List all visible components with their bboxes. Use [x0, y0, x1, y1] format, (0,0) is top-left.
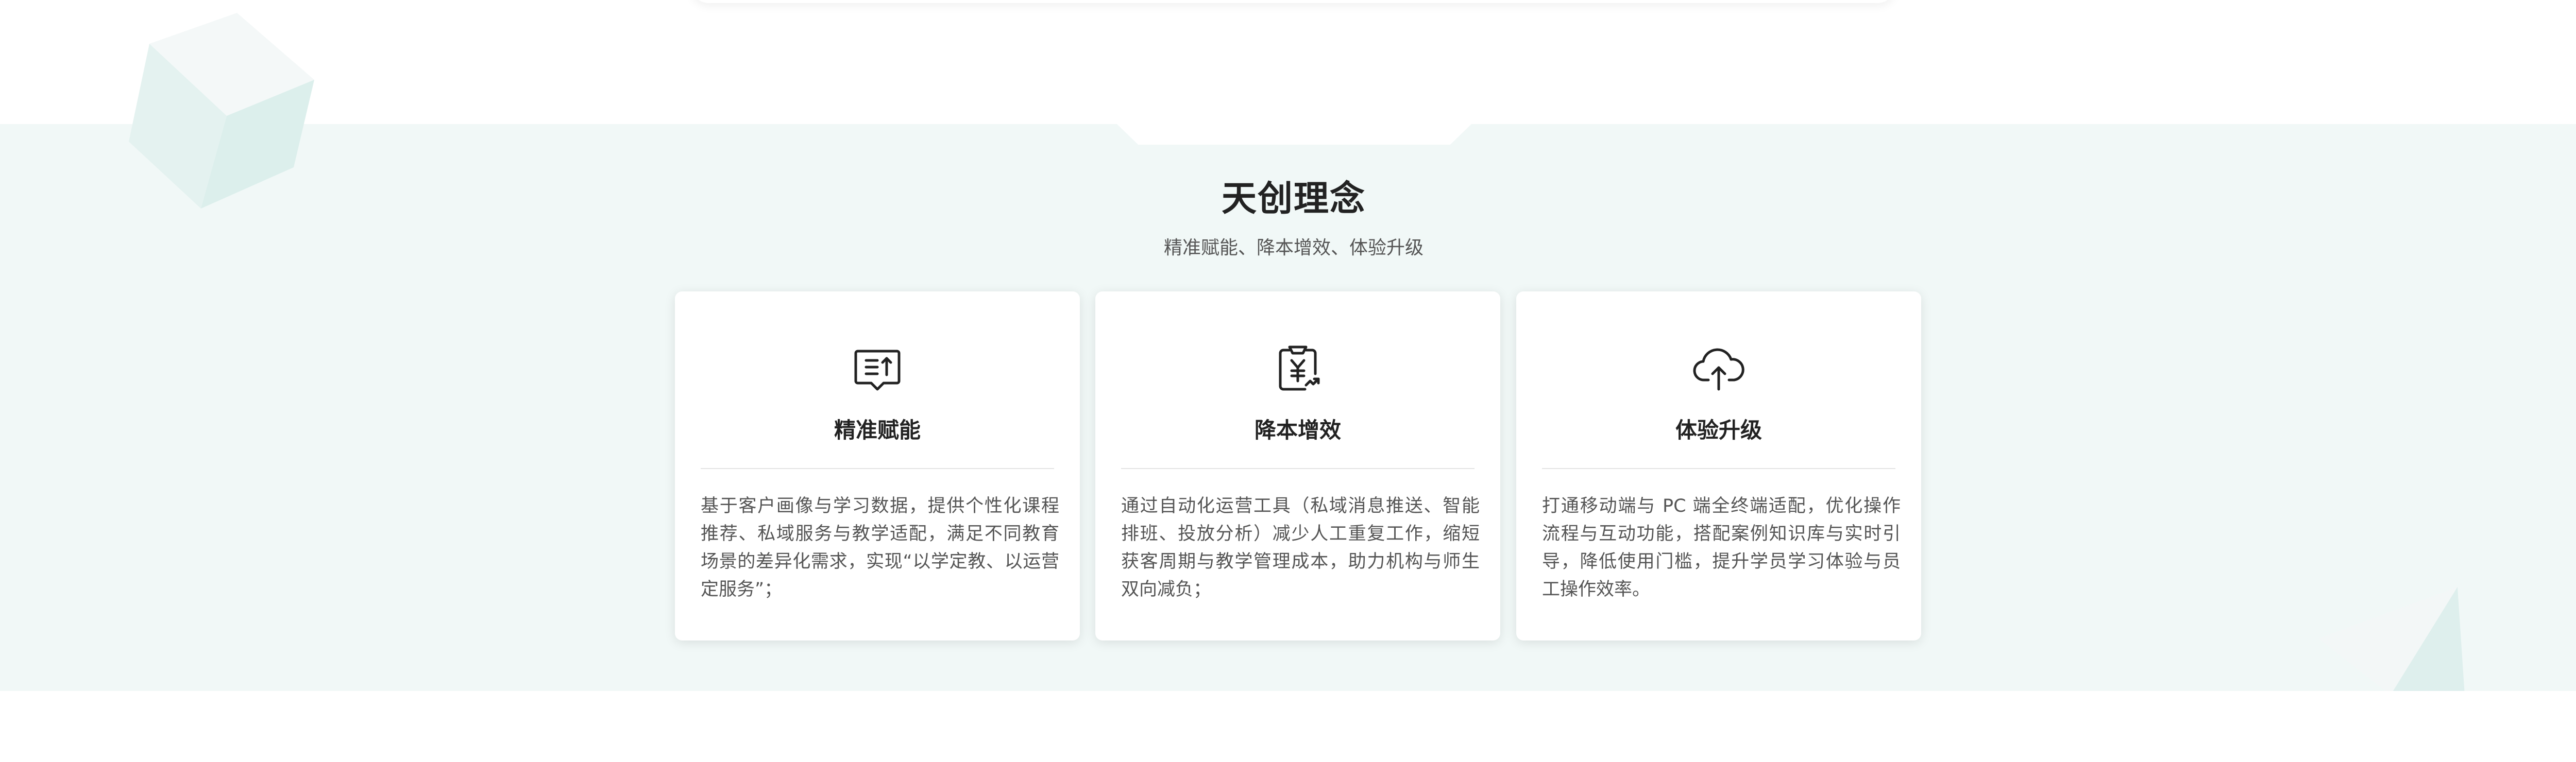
section-notch	[1117, 124, 1471, 145]
card-precise-empowerment: 精准赋能 基于客户画像与学习数据，提供个性化课程推荐、私域服务与教学适配，满足不…	[675, 291, 1080, 640]
top-container-edge	[690, 0, 1896, 3]
card-title: 体验升级	[1675, 418, 1762, 443]
card-experience-upgrade: 体验升级 打通移动端与 PC 端全终端适配，优化操作流程与互动功能，搭配案例知识…	[1516, 291, 1921, 640]
yen-document-icon	[1272, 343, 1324, 394]
card-title: 降本增效	[1254, 418, 1341, 443]
cloud-upload-icon	[1693, 343, 1744, 394]
card-description: 基于客户画像与学习数据，提供个性化课程推荐、私域服务与教学适配，满足不同教育场景…	[701, 496, 1059, 600]
card-divider	[1542, 468, 1895, 469]
section-title: 天创理念	[1221, 179, 1366, 219]
card-cost-reduction: 降本增效 通过自动化运营工具（私域消息推送、智能排班、投放分析）减少人工重复工作…	[1095, 291, 1500, 640]
section-subtitle: 精准赋能、降本增效、体验升级	[1163, 237, 1423, 258]
card-divider	[701, 468, 1054, 469]
card-description: 通过自动化运营工具（私域消息推送、智能排班、投放分析）减少人工重复工作，缩短获客…	[1121, 496, 1480, 600]
card-title: 精准赋能	[834, 418, 921, 443]
bottom-area	[0, 691, 2576, 762]
card-description: 打通移动端与 PC 端全终端适配，优化操作流程与互动功能，搭配案例知识库与实时引…	[1542, 496, 1901, 600]
card-divider	[1121, 468, 1475, 469]
chat-bubble-list-icon	[852, 343, 903, 394]
